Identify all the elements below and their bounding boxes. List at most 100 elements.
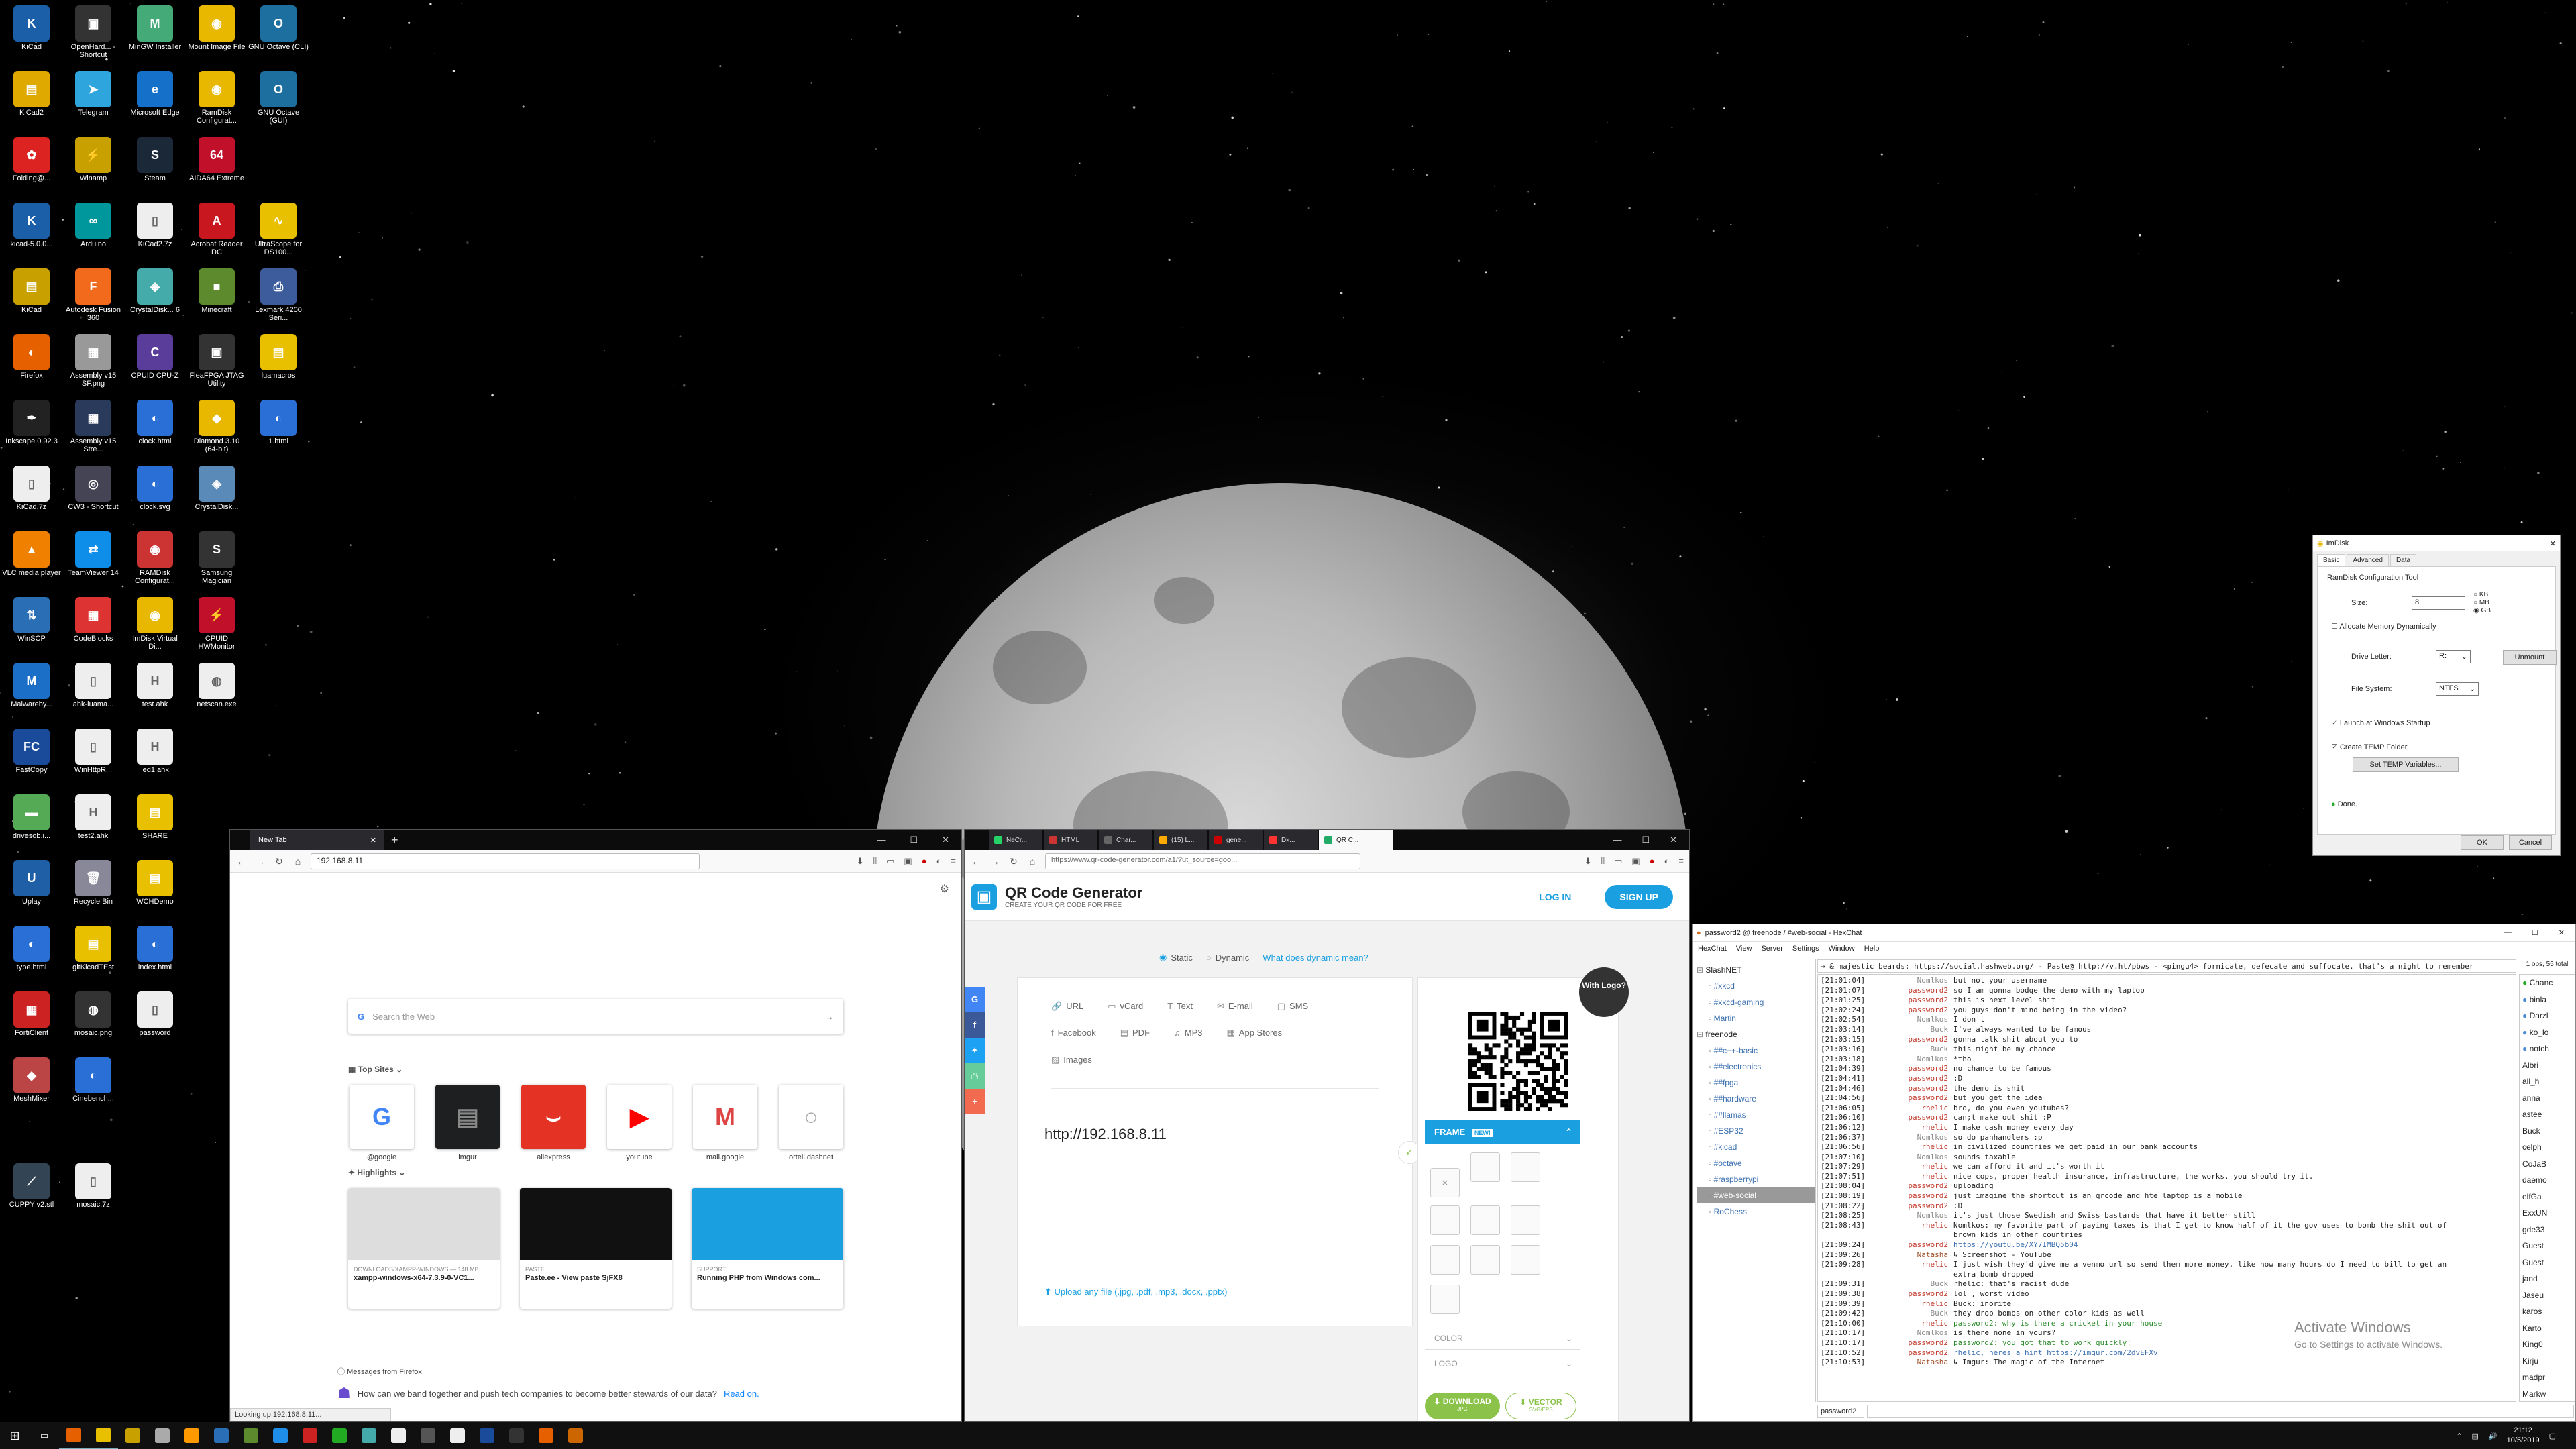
channel-node[interactable]: ▫ #ESP32	[1697, 1123, 1815, 1139]
desktop-icon[interactable]: ▯ KiCad2.7z	[125, 200, 185, 264]
chat-nick[interactable]: rhelic	[1878, 1260, 1953, 1270]
desktop-icon[interactable]: ◉ RamDisk Configurat...	[186, 68, 247, 133]
desktop-icon[interactable]: ⚡ Winamp	[63, 134, 123, 199]
desktop-icon[interactable]: ▦ Assembly v15 SF.png	[63, 331, 123, 396]
chat-nick[interactable]: Buck	[1878, 1309, 1953, 1319]
user-list-item[interactable]: karos	[2520, 1303, 2575, 1320]
desktop-icon[interactable]: ◆ MeshMixer	[1, 1055, 62, 1119]
fs-select[interactable]: NTFS ⌄	[2436, 682, 2479, 696]
qr-type-option[interactable]: ▦ App Stores	[1227, 1020, 1283, 1046]
imdisk-tab[interactable]: Data	[2390, 554, 2417, 566]
browser-tab[interactable]: gene...	[1209, 830, 1263, 850]
user-list-item[interactable]: anna	[2520, 1090, 2575, 1107]
chat-nick[interactable]: Nomlkos	[1878, 1133, 1953, 1143]
desktop-icon[interactable]: ▯ KiCad.7z	[1, 463, 62, 527]
desktop-icon[interactable]: ◐ 1.html	[248, 397, 309, 462]
user-list-item[interactable]: Karto	[2520, 1320, 2575, 1337]
browser-tab[interactable]: HTML	[1044, 830, 1097, 850]
taskbar-app-icon[interactable]	[266, 1422, 295, 1449]
chat-nick[interactable]: Natasha	[1878, 1358, 1953, 1368]
chat-nick[interactable]: password2	[1878, 1348, 1953, 1358]
url-field[interactable]: http://192.168.8.11	[1044, 1126, 1167, 1143]
chat-nick[interactable]: Nomlkos	[1878, 1152, 1953, 1163]
desktop-icon[interactable]: Htest.ahk	[125, 660, 185, 724]
close-window-icon[interactable]: ✕	[1670, 835, 1677, 845]
channel-node[interactable]: ▫ RoChess	[1697, 1203, 1815, 1220]
reload-icon[interactable]: ↻	[1008, 855, 1020, 867]
what-dynamic-link[interactable]: What does dynamic mean?	[1263, 953, 1368, 963]
user-list-item[interactable]: astee	[2520, 1106, 2575, 1123]
desktop-icon[interactable]: ▤ KiCad	[1, 266, 62, 330]
menu-item[interactable]: Help	[1864, 945, 1880, 953]
maximize-icon[interactable]: ☐	[1642, 835, 1650, 845]
desktop-icon[interactable]: ▣ FleaFPGA JTAG Utility	[186, 331, 247, 396]
color-section[interactable]: COLOR ⌄	[1425, 1327, 1580, 1350]
volume-icon[interactable]: 🔊	[2488, 1432, 2498, 1440]
desktop-icon[interactable]: e Microsoft Edge	[125, 68, 185, 133]
frame-option[interactable]	[1470, 1152, 1500, 1182]
menu-icon[interactable]: ≡	[1678, 856, 1684, 867]
container-icon[interactable]: ▣	[904, 856, 912, 867]
adblock-icon[interactable]: ●	[1650, 856, 1655, 867]
chat-nick[interactable]: password2	[1878, 1093, 1953, 1104]
url-input[interactable]: https://www.qr-code-generator.com/a1/?ut…	[1045, 853, 1360, 869]
unmount-button[interactable]: Unmount	[2503, 650, 2557, 665]
chat-nick[interactable]: rhelic	[1878, 1299, 1953, 1309]
frame-option[interactable]	[1430, 1285, 1460, 1314]
server-node[interactable]: ⊟ freenode	[1697, 1026, 1815, 1042]
minimize-icon[interactable]: —	[1613, 835, 1621, 845]
desktop-icon[interactable]: ◈ CrystalDisk... 6	[125, 266, 185, 330]
taskbar-app-icon[interactable]	[413, 1422, 443, 1449]
desktop-icon[interactable]: ▣ OpenHard... - Shortcut	[63, 3, 123, 67]
search-arrow-icon[interactable]: →	[825, 1012, 834, 1022]
top-sites-header[interactable]: ▦ Top Sites ⌄	[348, 1065, 402, 1074]
static-radio[interactable]: ◉	[1159, 952, 1167, 963]
desktop-icon[interactable]: ▯ mosaic.7z	[63, 1161, 123, 1225]
channel-node[interactable]: ▫ #web-social	[1697, 1187, 1815, 1203]
desktop-icon[interactable]: S Steam	[125, 134, 185, 199]
maximize-icon[interactable]: ☐	[910, 835, 918, 845]
desktop-icon[interactable]: ◐ clock.html	[125, 397, 185, 462]
download-icon[interactable]: ⬇	[1585, 856, 1592, 867]
user-list-item[interactable]: Albri	[2520, 1057, 2575, 1074]
channel-node[interactable]: ▫ #octave	[1697, 1155, 1815, 1171]
user-list-item[interactable]: daemo	[2520, 1172, 2575, 1189]
set-temp-button[interactable]: Set TEMP Variables...	[2353, 757, 2459, 772]
desktop-icon[interactable]: ◐ index.html	[125, 923, 185, 987]
desktop-icon[interactable]: ■ Minecraft	[186, 266, 247, 330]
desktop-icon[interactable]: ◆ Diamond 3.10 (64-bit)	[186, 397, 247, 462]
user-list-item[interactable]: all_h	[2520, 1073, 2575, 1090]
imdisk-tab[interactable]: Basic	[2317, 554, 2346, 566]
user-list-item[interactable]: Guest	[2520, 1254, 2575, 1271]
chat-nick[interactable]: Nomlkos	[1878, 1055, 1953, 1065]
desktop-icon[interactable]: ✿ Folding@...	[1, 134, 62, 199]
user-list-item[interactable]: King0	[2520, 1336, 2575, 1353]
unit-radio[interactable]: ◉ GB	[2473, 607, 2491, 615]
adblock-icon[interactable]: ●	[922, 856, 927, 867]
chat-nick[interactable]: Buck	[1878, 1025, 1953, 1035]
user-list-item[interactable]: Buck	[2520, 1123, 2575, 1140]
library-icon[interactable]: ⫴	[1601, 856, 1605, 867]
desktop-icon[interactable]: ◈ CrystalDisk...	[186, 463, 247, 527]
desktop-icon[interactable]: ⎙ Lexmark 4200 Seri...	[248, 266, 309, 330]
desktop-icon[interactable]: ◉ RAMDisk Configurat...	[125, 529, 185, 593]
chat-nick[interactable]: rhelic	[1878, 1221, 1953, 1231]
user-list-item[interactable]: ExxUN	[2520, 1205, 2575, 1222]
user-list-item[interactable]: madpr	[2520, 1369, 2575, 1386]
desktop-icon[interactable]: ◍ mosaic.png	[63, 989, 123, 1053]
extension-icon[interactable]: ◐	[936, 856, 942, 867]
qr-type-option[interactable]: 🔗 URL	[1051, 993, 1083, 1020]
browser-tab[interactable]: QR C...	[1319, 830, 1393, 850]
desktop-icon[interactable]: FC FastCopy	[1, 726, 62, 790]
menu-item[interactable]: HexChat	[1698, 945, 1727, 953]
desktop-icon[interactable]: ◐ clock.svg	[125, 463, 185, 527]
user-list-item[interactable]: Kirju	[2520, 1353, 2575, 1370]
desktop-icon[interactable]: Kkicad-5.0.0...	[1, 200, 62, 264]
frame-option[interactable]	[1430, 1205, 1460, 1235]
container-icon[interactable]: ▣	[1631, 856, 1640, 867]
facebook-share-icon[interactable]: f	[965, 1012, 985, 1038]
user-list-item[interactable]: CoJaB	[2520, 1156, 2575, 1173]
chat-nick[interactable]: Buck	[1878, 1279, 1953, 1289]
menu-item[interactable]: Settings	[1792, 945, 1819, 953]
taskbar-app-icon[interactable]	[89, 1422, 118, 1449]
